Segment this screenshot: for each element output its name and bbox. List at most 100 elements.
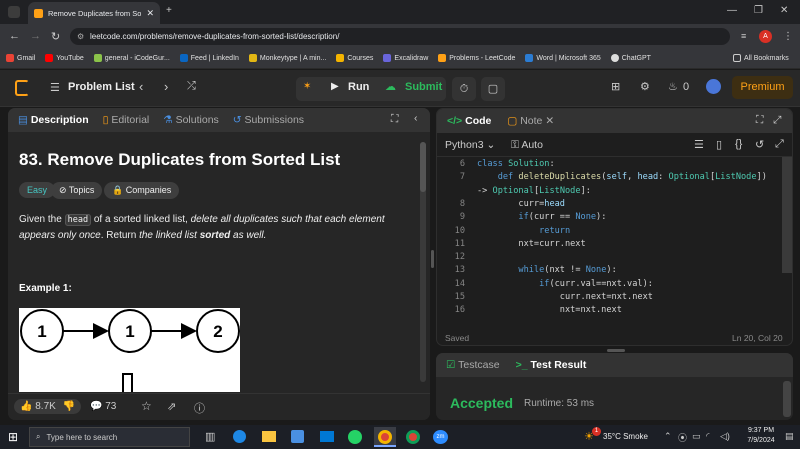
weather-text[interactable]: 35°C Smoke xyxy=(603,432,648,441)
notifications-icon[interactable]: ▤ xyxy=(785,431,794,442)
profile-avatar[interactable]: A xyxy=(759,30,772,43)
store-icon[interactable] xyxy=(291,430,304,443)
task-view-icon[interactable]: ▥ xyxy=(205,430,215,443)
code-line[interactable]: 12 xyxy=(437,252,782,265)
tab-submissions[interactable]: ↺ Submissions xyxy=(233,114,304,126)
tab-solutions[interactable]: ⚗ Solutions xyxy=(163,114,219,126)
bookmark-excalidraw[interactable]: Excalidraw xyxy=(383,54,428,62)
bookmark-word[interactable]: Word | Microsoft 365 xyxy=(525,54,601,62)
fullscreen-icon[interactable]: ⤢ xyxy=(775,138,784,151)
reset-code-icon[interactable]: ↺ xyxy=(755,138,764,151)
chrome-profile-icon[interactable] xyxy=(406,430,420,444)
bookmark-youtube[interactable]: YouTube xyxy=(45,54,84,62)
vertical-splitter[interactable] xyxy=(431,250,434,268)
forward-icon[interactable]: → xyxy=(30,30,41,42)
battery-icon[interactable]: ▭ xyxy=(692,431,701,442)
window-close-icon[interactable]: ✕ xyxy=(780,5,788,16)
close-tab-icon[interactable]: ✕ xyxy=(146,8,154,19)
expand-panel-icon[interactable]: ⛶ xyxy=(391,113,398,126)
format-icon[interactable]: ☰ xyxy=(694,138,704,151)
favorite-star-icon[interactable]: ☆ xyxy=(141,399,152,413)
bookmark-leetcode[interactable]: Problems - LeetCode xyxy=(438,54,515,62)
code-panel-collapse-icon[interactable]: ⤢ xyxy=(773,114,781,127)
tab-search-icon[interactable] xyxy=(8,6,20,18)
minimize-icon[interactable]: — xyxy=(727,5,737,16)
notes-icon[interactable]: ▢ xyxy=(481,77,505,101)
code-line[interactable]: 11 nxt=curr.next xyxy=(437,239,782,252)
problem-title[interactable]: 83. Remove Duplicates from Sorted List xyxy=(19,150,340,170)
code-line[interactable]: 15 curr.next=nxt.next xyxy=(437,292,782,305)
thumbs-down-icon[interactable]: 👎 xyxy=(63,401,75,412)
restore-icon[interactable]: ❐ xyxy=(754,5,763,16)
run-button[interactable]: Run xyxy=(348,81,369,93)
result-scrollbar[interactable] xyxy=(783,381,791,417)
problem-list-link[interactable]: Problem List xyxy=(68,81,135,93)
topics-tag[interactable]: ⊘ Topics xyxy=(51,182,103,199)
tab-note[interactable]: ▢ Note ✕ xyxy=(507,115,554,127)
windows-start-icon[interactable]: ⊞ xyxy=(8,430,18,444)
bookmark-courses[interactable]: Courses xyxy=(336,54,373,62)
url-bar[interactable]: ⚙ leetcode.com/problems/remove-duplicate… xyxy=(70,28,730,45)
comments-button[interactable]: 💬 73 xyxy=(90,401,116,412)
help-icon[interactable]: ⓘ xyxy=(194,400,205,416)
tab-testcase[interactable]: ☑ Testcase xyxy=(446,359,500,371)
premium-button[interactable]: Premium xyxy=(732,76,793,99)
shuffle-icon[interactable]: ⤮ xyxy=(187,80,196,93)
language-select[interactable]: Python3 ⌄ xyxy=(445,139,495,151)
network-icon[interactable]: ⦿ xyxy=(678,431,687,444)
tray-chevron-icon[interactable]: ⌃ xyxy=(664,431,672,442)
code-panel-expand-icon[interactable]: ⛶ xyxy=(756,114,763,127)
bookmark-chatgpt[interactable]: ChatGPT xyxy=(610,54,651,62)
timer-icon[interactable]: ⏱ xyxy=(452,77,476,101)
code-line[interactable]: 13 while(nxt != None): xyxy=(437,265,782,278)
all-bookmarks[interactable]: All Bookmarks xyxy=(733,54,789,62)
whatsapp-icon[interactable] xyxy=(348,430,362,444)
code-line[interactable]: 14 if(curr.val==nxt.val): xyxy=(437,279,782,292)
code-line[interactable]: 9 if(curr == None): xyxy=(437,212,782,225)
prev-problem-icon[interactable]: ‹ xyxy=(139,79,143,94)
tab-test-result[interactable]: >_ Test Result xyxy=(516,359,587,371)
clock-time[interactable]: 9:37 PM xyxy=(743,427,779,434)
submit-button[interactable]: Submit xyxy=(405,81,442,93)
braces-icon[interactable]: {} xyxy=(735,138,742,150)
code-line[interactable]: -> Optional[ListNode]: xyxy=(437,186,782,199)
browser-menu-icon[interactable]: ⋮ xyxy=(783,31,793,42)
mail-icon[interactable] xyxy=(320,431,334,442)
volume-icon[interactable]: ◁) xyxy=(720,431,730,442)
user-avatar[interactable] xyxy=(706,79,721,94)
tab-description[interactable]: ▤ Description xyxy=(18,114,89,126)
zoom-app-icon[interactable]: zm xyxy=(433,430,448,444)
code-area[interactable]: 6 class Solution: 7 def deleteDuplicates(s… xyxy=(437,157,782,317)
code-line[interactable]: 8 curr=head xyxy=(437,199,782,212)
share-icon[interactable]: ⇗ xyxy=(167,400,176,413)
file-explorer-icon[interactable] xyxy=(262,431,276,442)
media-controls-icon[interactable]: ≡ xyxy=(741,31,746,41)
leetcode-logo-icon[interactable] xyxy=(15,80,29,96)
horizontal-splitter[interactable] xyxy=(607,349,625,352)
debug-icon[interactable]: ✶ xyxy=(303,81,311,92)
next-problem-icon[interactable]: › xyxy=(164,79,168,94)
tab-editorial[interactable]: ▯ Editorial xyxy=(103,114,150,126)
edge-icon[interactable] xyxy=(233,430,246,443)
collapse-panel-icon[interactable]: ‹ xyxy=(414,112,418,124)
code-line[interactable]: 6 class Solution: xyxy=(437,159,782,172)
code-line[interactable]: 10 return xyxy=(437,226,782,239)
code-line[interactable]: 7 def deleteDuplicates(self, head: Optio… xyxy=(437,172,782,185)
like-button[interactable]: 👍 8.7K 👎 xyxy=(14,399,82,414)
autocomplete-toggle[interactable]: ⚿ Auto xyxy=(511,139,543,152)
code-scrollbar[interactable] xyxy=(782,157,792,273)
back-icon[interactable]: ← xyxy=(9,30,20,42)
companies-tag[interactable]: 🔒 Companies xyxy=(104,182,180,199)
close-note-icon[interactable]: ✕ xyxy=(545,115,554,127)
bookmark-linkedin[interactable]: Feed | LinkedIn xyxy=(179,54,239,62)
settings-gear-icon[interactable]: ⚙ xyxy=(640,80,650,93)
site-info-icon[interactable]: ⚙ xyxy=(77,32,84,41)
bookmark-icon[interactable]: ▯ xyxy=(716,138,722,151)
bookmark-icodeguru[interactable]: general - iCodeGur... xyxy=(93,54,170,62)
taskbar-search[interactable]: ⌕ Type here to search xyxy=(29,427,190,447)
browser-tab[interactable]: Remove Duplicates from Sorte... ✕ xyxy=(28,2,160,24)
code-line[interactable]: 16 nxt=nxt.next xyxy=(437,305,782,317)
new-tab-icon[interactable]: + xyxy=(166,5,172,16)
reload-icon[interactable]: ↻ xyxy=(51,30,60,43)
tab-code[interactable]: </> Code xyxy=(447,115,491,127)
